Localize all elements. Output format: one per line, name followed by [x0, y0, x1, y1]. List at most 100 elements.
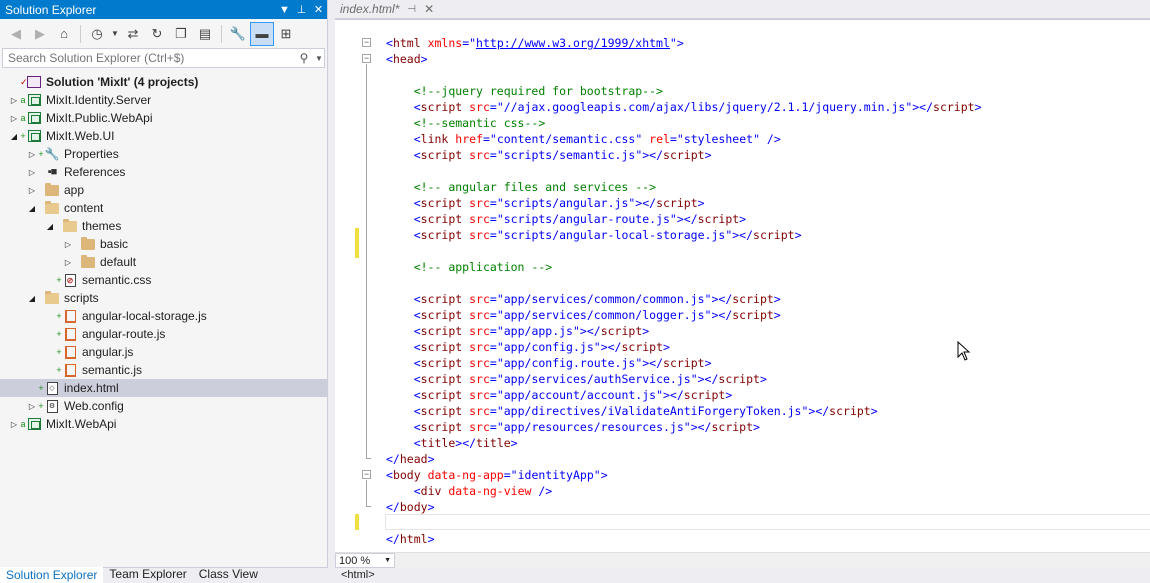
code-line: <html xmlns="http://www.w3.org/1999/xhtm… [386, 35, 684, 51]
tree-item[interactable]: ◢ + MixIt.Web.UI [0, 127, 327, 145]
tree-item[interactable]: ◢ scripts [0, 289, 327, 307]
tree-item[interactable]: + angular-local-storage.js [0, 307, 327, 325]
fold-toggle-head[interactable]: − [362, 54, 371, 63]
expand-arrow-icon[interactable]: ▷ [62, 240, 74, 249]
code-line: <script src="app/resources/resources.js"… [386, 419, 760, 435]
tree-item[interactable]: ▷ a MixIt.WebApi [0, 415, 327, 433]
tree-item[interactable]: ▷ + ⚙ Web.config [0, 397, 327, 415]
horizontal-scrollbar[interactable] [395, 552, 1150, 569]
code-token: src [462, 292, 490, 306]
code-token: script [420, 308, 463, 322]
code-token: "></ [635, 356, 664, 370]
code-token: =" [489, 148, 504, 162]
collapse-arrow-icon[interactable]: ◢ [44, 222, 56, 231]
code-token: > [725, 388, 733, 402]
tree-item[interactable]: ◢ content [0, 199, 327, 217]
bottom-tab[interactable]: Team Explorer [103, 567, 192, 583]
sync-icon[interactable]: ⇄ [122, 23, 144, 45]
close-tab-icon[interactable]: ✕ [424, 2, 434, 16]
tree-item[interactable]: ▷ a MixIt.Public.WebApi [0, 109, 327, 127]
code-token: app/account/account.js [503, 388, 657, 402]
tab-index-html[interactable]: index.html* ⊣ ✕ [335, 0, 440, 18]
preview-selected-icon[interactable]: ▬ [250, 21, 274, 46]
filter-dropdown-icon[interactable]: ▼ [110, 23, 120, 45]
tree-item[interactable]: ▷ default [0, 253, 327, 271]
tree-item[interactable]: ✓ Solution 'MixIt' (4 projects) [0, 73, 327, 91]
expand-arrow-icon[interactable]: ▷ [8, 96, 20, 105]
folder-open-icon [44, 200, 60, 215]
pending-changes-filter-icon[interactable]: ◷ [86, 23, 108, 45]
tree-item[interactable]: ▷ ▪■ References [0, 163, 327, 181]
code-token: src [462, 356, 490, 370]
class-diagram-icon[interactable]: ⊞ [275, 23, 297, 45]
expand-arrow-icon[interactable]: ▷ [26, 150, 38, 159]
html-file-icon: ◇ [44, 381, 60, 395]
code-editor[interactable]: − − − <html xmlns="http://www.w3.org/199… [335, 20, 1150, 552]
collapse-all-icon[interactable]: ❐ [170, 23, 192, 45]
code-token: script [420, 372, 463, 386]
code-token: app/services/authService.js [503, 372, 691, 386]
pin-icon[interactable]: ⊥ [293, 3, 310, 16]
code-token: =" [489, 420, 504, 434]
collapse-arrow-icon[interactable]: ◢ [26, 204, 38, 213]
code-line: <head> [386, 51, 428, 67]
code-token: > [697, 196, 705, 210]
expand-arrow-icon[interactable]: ▷ [8, 420, 20, 429]
tree-item[interactable]: + ⊘ semantic.css [0, 271, 327, 289]
fold-toggle-body[interactable]: − [362, 470, 371, 479]
fold-toggle-html[interactable]: − [362, 38, 371, 47]
collapse-arrow-icon[interactable]: ◢ [26, 294, 38, 303]
tree-item[interactable]: ◢ themes [0, 217, 327, 235]
bottom-tab[interactable]: Class View [193, 567, 264, 583]
back-icon[interactable]: ◀ [5, 23, 27, 45]
code-line: <link href="content/semantic.css" rel="s… [386, 131, 781, 147]
properties-icon[interactable]: 🔧 [227, 23, 249, 45]
refresh-icon[interactable]: ↻ [146, 23, 168, 45]
expand-arrow-icon[interactable]: ▷ [26, 168, 38, 177]
tree-item[interactable]: ▷ a MixIt.Identity.Server [0, 91, 327, 109]
code-token: =" [489, 292, 504, 306]
bottom-tab[interactable]: Solution Explorer [0, 567, 104, 583]
code-line: <script src="app/app.js"></script> [386, 323, 649, 339]
search-options-icon[interactable]: ▼ [314, 54, 324, 63]
expand-arrow-icon[interactable]: ▷ [8, 114, 20, 123]
pin-tab-icon[interactable]: ⊣ [407, 4, 416, 15]
tree-item[interactable]: + angular.js [0, 343, 327, 361]
toolbar-separator [221, 24, 222, 43]
code-token: > [427, 500, 435, 514]
expand-arrow-icon[interactable]: ▷ [26, 402, 38, 411]
tree-item[interactable]: ▷ basic [0, 235, 327, 253]
search-input[interactable] [3, 51, 294, 65]
forward-icon[interactable]: ▶ [29, 23, 51, 45]
zoom-dropdown[interactable]: 100 % ▼ [335, 553, 395, 568]
tree-item[interactable]: ▷ app [0, 181, 327, 199]
code-token: </ [386, 452, 400, 466]
code-line: <!--semantic css--> [386, 115, 546, 131]
expand-arrow-icon[interactable]: ▷ [62, 258, 74, 267]
tree-item[interactable]: + ◇ index.html [0, 379, 327, 397]
code-line: <script src="app/config.route.js"></scri… [386, 355, 712, 371]
expand-arrow-icon[interactable]: ▷ [26, 186, 38, 195]
dropdown-icon[interactable]: ▼ [276, 4, 293, 16]
search-icon[interactable]: ⚲ [294, 51, 314, 65]
close-icon[interactable]: ✕ [310, 3, 327, 16]
collapse-arrow-icon[interactable]: ◢ [8, 132, 20, 141]
mouse-cursor-icon [957, 341, 971, 361]
code-token: src [462, 212, 490, 226]
code-token: content/semantic.css [496, 132, 636, 146]
code-token[interactable]: http://www.w3.org/1999/xhtml [476, 36, 670, 50]
element-path[interactable]: <html> [341, 569, 375, 581]
code-token: app/services/common/logger.js [503, 308, 705, 322]
code-token: script [420, 148, 463, 162]
tree-item[interactable]: ▷ + 🔧 Properties [0, 145, 327, 163]
code-token: script [663, 148, 705, 162]
tree-item[interactable]: + semantic.js [0, 361, 327, 379]
show-all-files-icon[interactable]: ▤ [194, 23, 216, 45]
code-token: script [683, 388, 726, 402]
tree-item[interactable]: + angular-route.js [0, 325, 327, 343]
home-icon[interactable]: ⌂ [53, 23, 75, 45]
code-line: <script src="//ajax.googleapis.com/ajax/… [386, 99, 982, 115]
